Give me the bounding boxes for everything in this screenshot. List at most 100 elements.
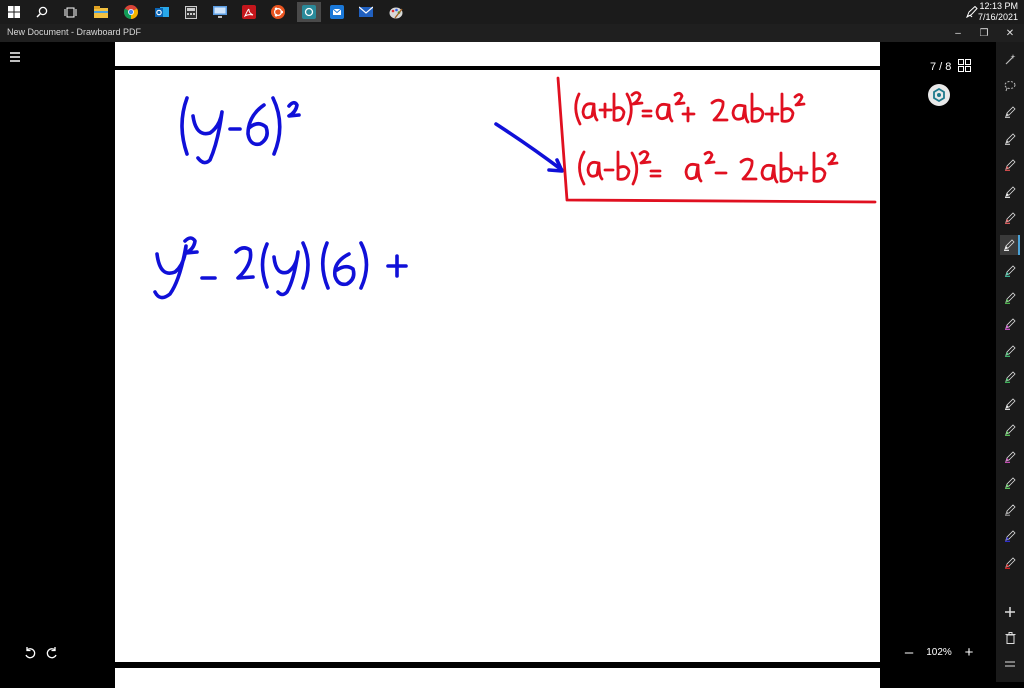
ink-r-paren-open2 (578, 150, 586, 186)
clock-time: 12:13 PM (979, 1, 1018, 11)
pen-tool-11-icon[interactable] (1000, 367, 1020, 387)
ink-letter-y-2 (153, 244, 188, 300)
pen-tool-8-icon[interactable] (1000, 288, 1020, 308)
pen-tool-4-icon[interactable] (1000, 182, 1020, 202)
ink-r-equals1 (641, 109, 653, 118)
remote-desktop-icon[interactable] (210, 2, 230, 22)
ink-r-equals2 (649, 169, 662, 178)
file-explorer-icon[interactable] (91, 2, 111, 22)
pen-tool-15-icon[interactable] (1000, 473, 1020, 493)
magic-wand-icon[interactable] (1000, 50, 1020, 70)
collapse-toolbar-icon[interactable] (1000, 654, 1020, 674)
zoom-in-button[interactable]: + (960, 645, 978, 660)
ink-r-b3 (750, 92, 765, 123)
mail-client-icon[interactable] (356, 2, 376, 22)
page-grid-icon[interactable] (958, 59, 972, 75)
undo-icon[interactable] (22, 645, 38, 661)
ink-r-a4 (586, 160, 604, 181)
settings-gear-icon[interactable] (928, 84, 950, 106)
ink-r-paren-close (625, 92, 633, 126)
ink-digit-2 (234, 246, 255, 280)
lasso-icon[interactable] (1000, 76, 1020, 96)
ink-r-exp6 (826, 152, 839, 166)
ink-r-a5 (684, 162, 703, 183)
ink-letter-y-3 (272, 250, 300, 297)
search-icon[interactable] (32, 2, 52, 22)
zoom-out-button[interactable]: – (900, 645, 918, 660)
ink-r-paren-close2 (630, 151, 639, 186)
ink-paren-open-3 (320, 241, 330, 290)
hamburger-menu-icon[interactable] (7, 50, 23, 64)
pen-tool-7-icon[interactable] (1000, 261, 1020, 281)
pen-tool-3-icon[interactable] (1000, 155, 1020, 175)
ink-r-2b (739, 157, 758, 181)
zoom-level[interactable]: 102% (926, 647, 952, 658)
close-button[interactable]: ✕ (997, 24, 1023, 42)
ink-paren-open-2 (260, 242, 269, 289)
window-title-bar[interactable]: New Document - Drawboard PDF – ❐ ✕ (0, 24, 1024, 42)
page-number-text: 7 / 8 (930, 61, 952, 73)
ink-r-exp1 (630, 91, 644, 106)
ink-r-b1 (612, 92, 626, 122)
minimize-button[interactable]: – (945, 24, 971, 42)
ink-r-exp2 (673, 91, 686, 106)
ink-arrow-shaft (494, 122, 564, 172)
pen-tool-5-icon[interactable] (1000, 208, 1020, 228)
trash-icon[interactable] (1000, 628, 1020, 648)
pen-tool-17-icon[interactable] (1000, 526, 1020, 546)
outlook-icon[interactable] (152, 2, 172, 22)
ink-paren-close (271, 96, 282, 156)
drawboard-icon[interactable] (297, 2, 321, 22)
chrome-icon[interactable] (121, 2, 141, 22)
ink-r-paren-open (574, 92, 582, 126)
redo-icon[interactable] (44, 645, 60, 661)
ink-digit-6b (332, 252, 356, 287)
windows-ink-icon[interactable] (966, 5, 978, 23)
pen-tool-12-icon[interactable] (1000, 394, 1020, 414)
clock-date: 7/16/2021 (977, 12, 1018, 22)
ink-r-exp3 (793, 93, 806, 107)
pen-tool-13-icon[interactable] (1000, 420, 1020, 440)
ink-r-exp4 (638, 150, 652, 165)
add-tool-icon[interactable] (1000, 602, 1020, 622)
ink-paren-open (180, 96, 189, 156)
pen-tool-9-icon[interactable] (1000, 314, 1020, 334)
window-title: New Document - Drawboard PDF (7, 27, 142, 37)
ink-r-plus3 (764, 106, 780, 123)
ink-paren-close-3 (359, 241, 369, 290)
taskbar: 12:13 PM 7/16/2021 (0, 0, 1024, 24)
ink-r-a2 (655, 102, 674, 123)
pen-tool-2-icon[interactable] (1000, 129, 1020, 149)
ink-r-plus2 (681, 106, 696, 123)
ink-digit-6 (246, 103, 269, 147)
ink-r-b7 (812, 151, 827, 183)
mail-icon[interactable] (327, 2, 347, 22)
pen-tool-14-icon[interactable] (1000, 447, 1020, 467)
ink-paren-close-2 (301, 241, 310, 290)
windows-start-icon[interactable] (4, 2, 24, 22)
ink-r-a6 (760, 163, 779, 184)
pen-tool-6-icon[interactable] (1000, 234, 1020, 255)
ubuntu-icon[interactable] (268, 2, 288, 22)
paint-icon[interactable] (386, 2, 406, 22)
task-view-icon[interactable] (60, 2, 80, 22)
pen-tool-16-icon[interactable] (1000, 500, 1020, 520)
restore-button[interactable]: ❐ (971, 24, 997, 42)
ink-r-a3 (731, 103, 750, 124)
red-ink-strokes (556, 76, 877, 204)
ink-r-a1 (581, 102, 599, 122)
ink-r-b6 (779, 151, 794, 183)
document-canvas[interactable] (0, 42, 996, 688)
pen-tool-18-icon[interactable] (1000, 553, 1020, 573)
ink-r-plus1 (598, 102, 613, 119)
pen-tool-10-icon[interactable] (1000, 341, 1020, 361)
system-clock[interactable]: 12:13 PM 7/16/2021 (978, 1, 1018, 23)
pen-tool-1-icon[interactable] (1000, 102, 1020, 122)
ink-layer[interactable] (0, 42, 996, 682)
page-indicator[interactable]: 7 / 8 (925, 57, 977, 77)
ink-formula-box (556, 76, 877, 204)
ink-exponent-2 (287, 100, 301, 118)
calculator-icon[interactable] (181, 2, 201, 22)
ink-letter-y (191, 110, 224, 165)
acrobat-icon[interactable] (239, 2, 259, 22)
